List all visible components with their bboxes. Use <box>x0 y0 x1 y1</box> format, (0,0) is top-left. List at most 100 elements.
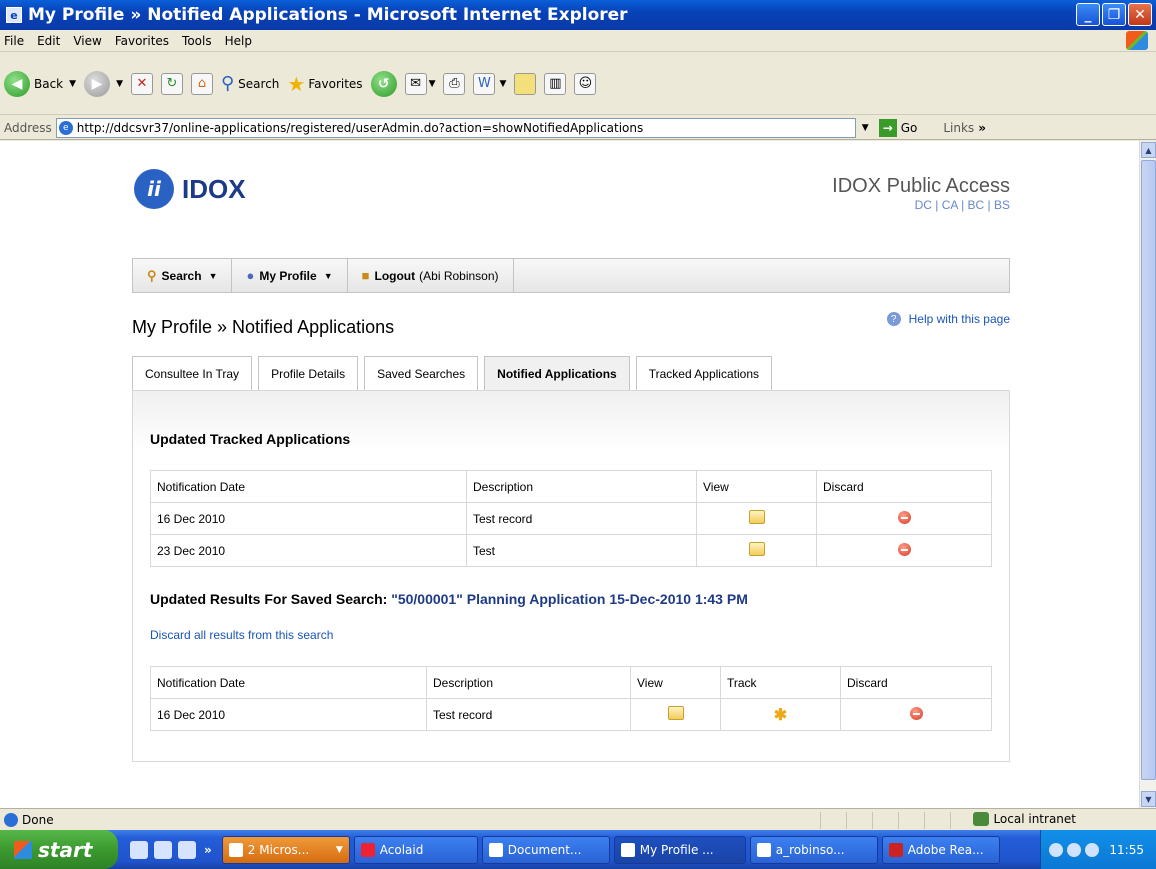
browser-toolbar: ◀ Back ▼ ▶ ▼ ✕ ↻ ⌂ ⚲ Search ★ Favorites … <box>0 53 1156 115</box>
taskbar-item-document[interactable]: Document... <box>481 835 610 864</box>
discard-icon[interactable] <box>909 706 923 720</box>
minimize-button[interactable]: _ <box>1076 3 1100 26</box>
tray-icon[interactable] <box>1067 842 1082 857</box>
col-track: Track <box>720 666 841 699</box>
quicklaunch-browser-icon[interactable] <box>178 840 196 859</box>
page-done-icon <box>4 812 18 827</box>
taskbar-item-adobe-reader[interactable]: Adobe Rea... <box>881 835 1000 864</box>
search-button[interactable]: ⚲ Search <box>221 73 279 94</box>
tray-icon[interactable] <box>1049 842 1064 857</box>
help-icon: ? <box>886 312 901 326</box>
menu-file[interactable]: File <box>4 34 24 48</box>
home-icon[interactable]: ⌂ <box>190 72 213 95</box>
scroll-up-icon[interactable]: ▲ <box>1141 142 1156 158</box>
public-access-title: IDOX Public Access <box>832 175 1010 197</box>
forward-button[interactable]: ▶ ▼ <box>84 70 123 97</box>
history-icon[interactable]: ↺ <box>370 70 397 97</box>
tab-notified-applications[interactable]: Notified Applications <box>484 356 630 391</box>
close-button[interactable]: ✕ <box>1128 3 1152 26</box>
forward-arrow-icon: ▶ <box>84 70 111 97</box>
nav-logout[interactable]: ■ Logout (Abi Robinson) <box>348 259 514 292</box>
help-link[interactable]: ? Help with this page <box>886 312 1010 326</box>
quicklaunch-ie-icon[interactable] <box>130 840 148 859</box>
page-title: My Profile » Notified Applications <box>132 317 395 337</box>
go-arrow-icon: → <box>878 118 897 137</box>
maximize-button[interactable]: ❐ <box>1102 3 1126 26</box>
logged-in-user: (Abi Robinson) <box>419 268 499 283</box>
taskbar-item-my-profile[interactable]: My Profile ... <box>613 835 746 864</box>
search-label: Search <box>238 76 280 91</box>
intranet-icon <box>973 812 990 826</box>
tray-icon[interactable] <box>1085 842 1100 857</box>
favorites-star-icon: ★ <box>287 71 306 96</box>
chevron-down-icon[interactable]: ▼ <box>116 79 123 89</box>
taskbar-item-microsoft[interactable]: 2 Micros... ▼ <box>221 835 350 864</box>
col-view: View <box>696 470 817 503</box>
taskbar-item-acolaid[interactable]: Acolaid <box>353 835 478 864</box>
track-star-icon[interactable]: ✱ <box>774 705 787 725</box>
refresh-icon[interactable]: ↻ <box>160 72 183 95</box>
task-label: 2 Micros... <box>247 842 310 857</box>
favorites-label: Favorites <box>308 76 363 91</box>
scroll-down-icon[interactable]: ▼ <box>1141 791 1156 807</box>
clock: 11:55 <box>1109 842 1144 857</box>
discard-icon[interactable] <box>897 510 911 524</box>
profile-tabs: Consultee In Tray Profile Details Saved … <box>132 356 778 391</box>
menu-tools[interactable]: Tools <box>182 34 212 48</box>
menu-view[interactable]: View <box>73 34 101 48</box>
nav-logout-label: Logout <box>374 268 416 283</box>
print-icon[interactable]: ⎙ <box>443 72 466 95</box>
folder-icon[interactable] <box>514 72 537 95</box>
quicklaunch-app-icon[interactable] <box>154 840 172 859</box>
view-folder-icon[interactable] <box>748 542 765 556</box>
back-button[interactable]: ◀ Back ▼ <box>4 70 76 97</box>
table-row: 23 Dec 2010 Test <box>150 534 992 567</box>
tab-tracked-applications[interactable]: Tracked Applications <box>635 356 772 391</box>
scroll-thumb[interactable] <box>1141 160 1156 780</box>
module-links: DC | CA | BC | BS <box>914 198 1010 212</box>
vertical-scrollbar[interactable]: ▲ ▼ <box>1139 141 1156 808</box>
outlook-icon <box>228 842 243 857</box>
view-folder-icon[interactable] <box>748 510 765 524</box>
menu-help[interactable]: Help <box>225 34 252 48</box>
research-icon[interactable]: ▥ <box>544 72 567 95</box>
search-icon: ⚲ <box>220 73 235 94</box>
address-bar: Address e http://ddcsvr37/online-applica… <box>0 116 1156 140</box>
discard-icon[interactable] <box>897 542 911 556</box>
chevron-down-icon: ▼ <box>323 270 333 281</box>
saved-search-query: "50/00001" Planning Application 15-Dec-2… <box>391 591 748 607</box>
nav-search[interactable]: ⚲ Search ▼ <box>133 259 233 292</box>
tab-profile-details[interactable]: Profile Details <box>258 356 359 391</box>
go-button[interactable]: → Go <box>878 118 917 137</box>
menu-edit[interactable]: Edit <box>37 34 60 48</box>
table-header-row: Notification Date Description View Track… <box>150 666 992 699</box>
chevron-down-icon[interactable]: ▼ <box>69 79 76 89</box>
messenger-icon[interactable]: ☺ <box>574 72 597 95</box>
security-zone: Local intranet <box>973 812 1076 826</box>
discard-all-link[interactable]: Discard all results from this search <box>150 628 333 642</box>
chevron-right-icon[interactable]: » <box>978 121 986 135</box>
favorites-button[interactable]: ★ Favorites <box>287 72 362 96</box>
view-folder-icon[interactable] <box>667 706 684 720</box>
address-dropdown-icon[interactable]: ▼ <box>862 123 869 133</box>
word-edit-icon[interactable]: W <box>473 72 496 95</box>
back-arrow-icon: ◀ <box>4 70 30 97</box>
quicklaunch-more-icon[interactable]: » <box>204 843 212 857</box>
chevron-down-icon[interactable]: ▼ <box>429 79 436 89</box>
menu-bar: File Edit View Favorites Tools Help <box>0 30 1156 52</box>
saved-search-table: Notification Date Description View Track… <box>150 666 992 731</box>
idox-logo[interactable]: ii IDOX <box>134 169 246 209</box>
mail-icon[interactable]: ✉ <box>404 72 427 95</box>
tab-saved-searches[interactable]: Saved Searches <box>364 356 479 391</box>
chevron-down-icon[interactable]: ▼ <box>499 79 506 89</box>
links-button[interactable]: Links <box>943 121 974 135</box>
menu-favorites[interactable]: Favorites <box>115 34 169 48</box>
tab-consultee-in-tray[interactable]: Consultee In Tray <box>132 356 253 391</box>
address-input[interactable]: e http://ddcsvr37/online-applications/re… <box>55 117 856 138</box>
nav-my-profile[interactable]: ● My Profile ▼ <box>232 259 348 292</box>
stop-icon[interactable]: ✕ <box>130 72 153 95</box>
start-button[interactable]: start <box>0 830 118 869</box>
taskbar-item-a-robinson[interactable]: a_robinso... <box>749 835 878 864</box>
status-text: Done <box>22 812 54 827</box>
nav-my-profile-label: My Profile <box>259 268 317 283</box>
